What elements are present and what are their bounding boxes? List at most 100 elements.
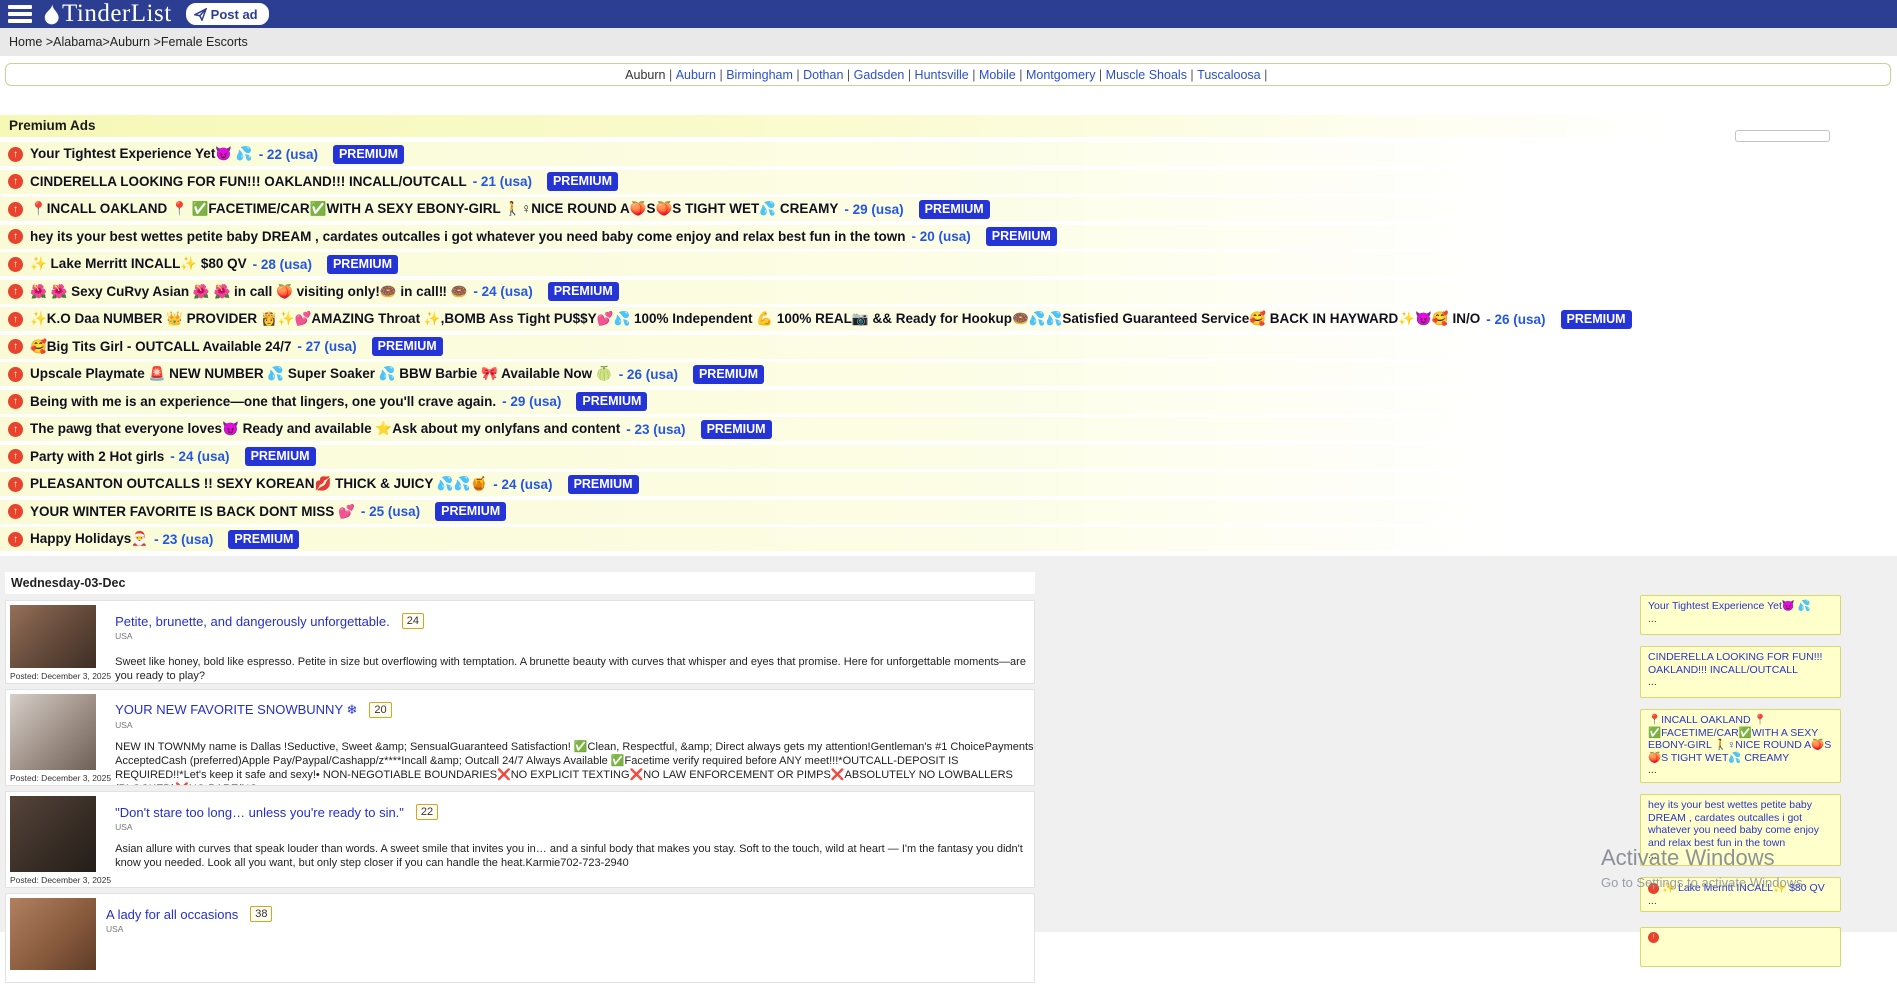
premium-ad-age: - 28 (usa)	[253, 257, 312, 272]
listing-left-column	[10, 898, 102, 980]
premium-ad-title[interactable]: hey its your best wettes petite baby DRE…	[30, 229, 905, 244]
premium-ad-row[interactable]: ↑ Upscale Playmate 🚨 NEW NUMBER 💦 Super …	[0, 362, 1890, 386]
premium-ad-row[interactable]: ↑ ✨K.O Daa NUMBER 👑 PROVIDER 👸✨💕AMAZING …	[0, 307, 1890, 331]
listing-photo[interactable]	[10, 605, 96, 668]
premium-ad-age: - 25 (usa)	[361, 504, 420, 519]
premium-ad-age: - 24 (usa)	[493, 477, 552, 492]
sidebar-ad-box[interactable]: ↑hey its your best wettes petite baby DR…	[1640, 794, 1841, 866]
sidebar-ad-box[interactable]: ↑	[1640, 927, 1841, 967]
premium-badge: PREMIUM	[547, 172, 618, 191]
listing-title-link[interactable]: Petite, brunette, and dangerously unforg…	[115, 614, 390, 629]
listing-card[interactable]: Posted: December 3, 2025 "Don't stare to…	[5, 791, 1035, 888]
listing-title-link[interactable]: YOUR NEW FAVORITE SNOWBUNNY ❄	[115, 702, 357, 718]
up-arrow-icon: ↑	[1648, 932, 1659, 943]
premium-ad-title[interactable]: 🥰Big Tits Girl - OUTCALL Available 24/7	[30, 339, 291, 355]
premium-ad-row[interactable]: ↑ 📍INCALL OAKLAND 📍 ✅FACETIME/CAR✅WITH A…	[0, 197, 1890, 221]
sidebar-ad-title[interactable]: 📍INCALL OAKLAND 📍 ✅FACETIME/CAR✅WITH A S…	[1648, 714, 1831, 764]
sidebar-ad-box[interactable]: ↑✨ Lake Merritt INCALL✨ $80 QV ...	[1640, 877, 1841, 912]
premium-ad-age: - 26 (usa)	[1486, 312, 1545, 327]
sidebar-ad-more: ...	[1648, 764, 1833, 776]
sidebar-ad-title[interactable]: ✨ Lake Merritt INCALL✨ $80 QV	[1662, 882, 1825, 894]
listing-photo[interactable]	[10, 898, 96, 970]
listing-photo[interactable]	[10, 796, 96, 872]
city-link[interactable]: Birmingham	[726, 68, 793, 82]
listing-photo[interactable]	[10, 694, 96, 770]
premium-ad-title[interactable]: CINDERELLA LOOKING FOR FUN!!! OAKLAND!!!…	[30, 174, 467, 189]
city-link[interactable]: Dothan	[803, 68, 843, 82]
city-link[interactable]: Huntsville	[915, 68, 969, 82]
brand-logo[interactable]: TinderList	[43, 0, 172, 28]
premium-ad-row[interactable]: ↑ 🌺 🌺 Sexy CuRvy Asian 🌺 🌺 in call 🍑 vis…	[0, 280, 1890, 304]
premium-ad-row[interactable]: ↑ Your Tightest Experience Yet😈 💦 - 22 (…	[0, 142, 1890, 166]
city-separator: |	[843, 68, 853, 82]
premium-ad-row[interactable]: ↑ YOUR WINTER FAVORITE IS BACK DONT MISS…	[0, 500, 1890, 524]
premium-ad-title[interactable]: 📍INCALL OAKLAND 📍 ✅FACETIME/CAR✅WITH A S…	[30, 201, 838, 217]
city-link[interactable]: Montgomery	[1026, 68, 1095, 82]
breadcrumb-link[interactable]: Home	[9, 35, 42, 49]
breadcrumb: Home > Alabama> Auburn > Female Escorts	[0, 28, 1897, 56]
premium-ad-age: - 20 (usa)	[911, 229, 970, 244]
city-link[interactable]: Auburn	[676, 68, 716, 82]
flame-icon	[43, 4, 60, 25]
sidebar-ad-title[interactable]: hey its your best wettes petite baby DRE…	[1648, 799, 1819, 849]
listing-card[interactable]: Posted: December 3, 2025 Petite, brunett…	[5, 600, 1035, 684]
listing-body: A lady for all occasions 38 USA	[102, 898, 1035, 980]
sidebar-ad-more: ...	[1648, 613, 1833, 625]
premium-badge: PREMIUM	[548, 282, 619, 301]
sidebar-ad-more: ...	[1648, 676, 1833, 688]
breadcrumb-link[interactable]: Alabama	[53, 35, 102, 49]
city-separator: |	[1095, 68, 1105, 82]
premium-badge: PREMIUM	[327, 255, 398, 274]
listing-card[interactable]: A lady for all occasions 38 USA	[5, 893, 1035, 983]
city-link[interactable]: Muscle Shoals	[1106, 68, 1187, 82]
post-ad-button[interactable]: Post ad	[186, 3, 269, 25]
premium-ad-title[interactable]: 🌺 🌺 Sexy CuRvy Asian 🌺 🌺 in call 🍑 visit…	[30, 284, 467, 300]
listing-title-link[interactable]: "Don't stare too long… unless you're rea…	[115, 805, 404, 820]
post-ad-label: Post ad	[211, 7, 258, 22]
premium-ad-age: - 23 (usa)	[626, 422, 685, 437]
sidebar-ad-more: ...	[1648, 895, 1833, 907]
premium-ad-title[interactable]: YOUR WINTER FAVORITE IS BACK DONT MISS 💕	[30, 504, 355, 520]
premium-ad-title[interactable]: The pawg that everyone loves😈 Ready and …	[30, 421, 620, 437]
premium-ad-row[interactable]: ↑ CINDERELLA LOOKING FOR FUN!!! OAKLAND!…	[0, 170, 1890, 194]
premium-ad-row[interactable]: ↑ ✨ Lake Merritt INCALL✨ $80 QV - 28 (us…	[0, 252, 1890, 276]
premium-ad-row[interactable]: ↑ 🥰Big Tits Girl - OUTCALL Available 24/…	[0, 335, 1890, 359]
listing-age-badge: 38	[250, 906, 272, 922]
premium-ad-row[interactable]: ↑ PLEASANTON OUTCALLS !! SEXY KOREAN💋 TH…	[0, 472, 1890, 496]
premium-ad-title[interactable]: ✨K.O Daa NUMBER 👑 PROVIDER 👸✨💕AMAZING Th…	[30, 311, 1480, 327]
sidebar-ad-title[interactable]: CINDERELLA LOOKING FOR FUN!!! OAKLAND!!!…	[1648, 651, 1822, 676]
listing-card[interactable]: Posted: December 3, 2025 YOUR NEW FAVORI…	[5, 689, 1035, 786]
premium-ad-title[interactable]: Being with me is an experience—one that …	[30, 394, 496, 409]
premium-ad-row[interactable]: ↑ Party with 2 Hot girls - 24 (usa) PREM…	[0, 445, 1890, 469]
city-link[interactable]: Mobile	[979, 68, 1016, 82]
breadcrumb-link[interactable]: Auburn	[110, 35, 150, 49]
premium-ad-age: - 29 (usa)	[502, 394, 561, 409]
sidebar-ad-box[interactable]: ↑Your Tightest Experience Yet😈 💦 ...	[1640, 595, 1841, 635]
sidebar-ad-title[interactable]: Your Tightest Experience Yet😈 💦	[1648, 600, 1811, 612]
listing-description: Asian allure with curves that speak loud…	[115, 842, 1035, 870]
premium-ad-title[interactable]: Upscale Playmate 🚨 NEW NUMBER 💦 Super So…	[30, 366, 613, 382]
breadcrumb-link[interactable]: Female Escorts	[161, 35, 248, 49]
premium-ad-row[interactable]: ↑ hey its your best wettes petite baby D…	[0, 225, 1890, 249]
breadcrumb-separator: >	[42, 35, 53, 49]
hamburger-menu-icon[interactable]	[5, 3, 35, 25]
premium-ad-title[interactable]: ✨ Lake Merritt INCALL✨ $80 QV	[30, 256, 247, 272]
up-arrow-icon: ↑	[8, 394, 23, 409]
premium-ad-row[interactable]: ↑ Being with me is an experience—one tha…	[0, 390, 1890, 414]
listing-age-badge: 22	[416, 804, 438, 820]
premium-ad-row[interactable]: ↑ The pawg that everyone loves😈 Ready an…	[0, 417, 1890, 441]
city-separator: |	[1261, 68, 1271, 82]
city-link[interactable]: Tuscaloosa	[1197, 68, 1260, 82]
premium-badge: PREMIUM	[245, 447, 316, 466]
up-arrow-icon: ↑	[8, 257, 23, 272]
sidebar-ad-box[interactable]: ↑CINDERELLA LOOKING FOR FUN!!! OAKLAND!!…	[1640, 646, 1841, 698]
brand-name: TinderList	[62, 0, 172, 28]
listing-title-link[interactable]: A lady for all occasions	[106, 907, 238, 922]
sidebar-ad-box[interactable]: ↑📍INCALL OAKLAND 📍 ✅FACETIME/CAR✅WITH A …	[1640, 709, 1841, 783]
premium-ad-row[interactable]: ↑ Happy Holidays🎅 - 23 (usa) PREMIUM	[0, 527, 1890, 551]
city-link[interactable]: Gadsden	[854, 68, 905, 82]
premium-ad-title[interactable]: PLEASANTON OUTCALLS !! SEXY KOREAN💋 THIC…	[30, 476, 487, 492]
premium-ad-title[interactable]: Happy Holidays🎅	[30, 531, 148, 547]
premium-ad-title[interactable]: Your Tightest Experience Yet😈 💦	[30, 146, 253, 162]
premium-ad-title[interactable]: Party with 2 Hot girls	[30, 449, 164, 464]
